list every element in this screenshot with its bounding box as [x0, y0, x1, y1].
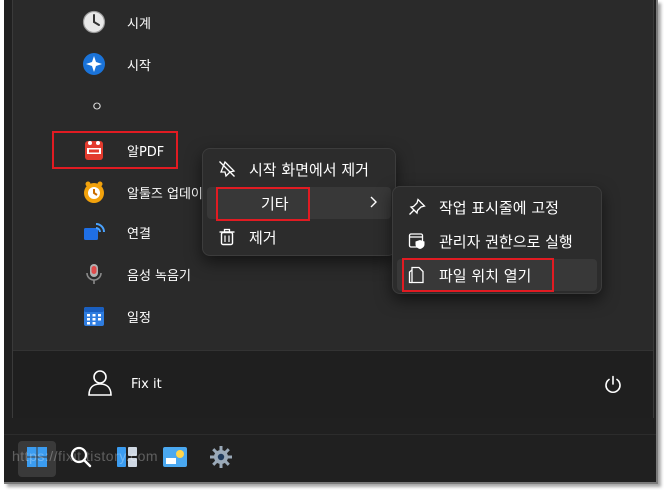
app-item-clock[interactable]: 시계 — [81, 5, 151, 39]
microphone-icon — [81, 261, 107, 287]
menu-label: 시작 화면에서 제거 — [249, 160, 369, 179]
clock-icon — [81, 9, 107, 35]
unpin-from-start-item[interactable]: 시작 화면에서 제거 — [207, 153, 391, 185]
calendar-icon — [81, 303, 107, 329]
app-context-menu: 시작 화면에서 제거 기타 제거 — [202, 148, 396, 256]
settings-button[interactable] — [206, 444, 236, 474]
menu-label: 파일 위치 열기 — [439, 266, 532, 285]
app-label: 알PDF — [127, 144, 165, 160]
file-location-icon — [407, 265, 427, 285]
widgets-button[interactable] — [160, 444, 190, 474]
watermark: https://fixit.tistory.com — [12, 448, 159, 464]
uninstall-item[interactable]: 제거 — [207, 221, 391, 253]
app-item-start[interactable]: 시작 — [81, 47, 151, 81]
app-item-connect[interactable]: 연결 — [81, 215, 151, 249]
trash-icon — [217, 227, 237, 247]
menu-label: 제거 — [249, 228, 277, 247]
alpdf-icon — [81, 137, 107, 163]
admin-shield-icon — [407, 231, 427, 251]
more-item[interactable]: 기타 — [207, 187, 391, 219]
app-label: 연결 — [127, 226, 151, 242]
app-item-altools-update[interactable]: 알툴즈 업데이트 — [81, 175, 215, 209]
connect-icon — [81, 219, 107, 245]
menu-label: 작업 표시줄에 고정 — [439, 198, 559, 217]
app-label: 시작 — [127, 58, 151, 74]
pin-icon — [407, 197, 427, 217]
app-label: 시계 — [127, 16, 151, 32]
run-as-admin-item[interactable]: 관리자 권한으로 실행 — [397, 225, 597, 257]
start-menu-footer: Fix it — [13, 350, 653, 418]
app-label: 일정 — [127, 310, 151, 326]
app-item-calendar[interactable]: 일정 — [81, 299, 151, 333]
user-account-button[interactable]: Fix it — [85, 367, 162, 401]
user-name: Fix it — [131, 376, 162, 392]
menu-label: 기타 — [261, 194, 289, 213]
chevron-right-icon — [369, 195, 379, 213]
power-button[interactable] — [603, 375, 623, 399]
app-item-voice-recorder[interactable]: 음성 녹음기 — [81, 257, 191, 291]
power-icon — [603, 375, 623, 399]
start-tips-icon — [81, 51, 107, 77]
app-item-alpdf[interactable]: 알PDF — [81, 133, 164, 167]
unpin-icon — [217, 159, 237, 179]
menu-label: 관리자 권한으로 실행 — [439, 232, 573, 251]
gear-icon — [209, 445, 233, 473]
more-submenu: 작업 표시줄에 고정 관리자 권한으로 실행 파일 위치 열기 — [392, 186, 602, 294]
user-avatar-icon — [85, 367, 115, 401]
app-label: 음성 녹음기 — [127, 268, 191, 284]
widgets-icon — [162, 446, 188, 472]
altools-update-icon — [81, 179, 107, 205]
pin-to-taskbar-item[interactable]: 작업 표시줄에 고정 — [397, 191, 597, 223]
letter-header[interactable]: ㅇ — [91, 96, 103, 115]
open-file-location-item[interactable]: 파일 위치 열기 — [397, 259, 597, 291]
screen-frame: 시계 시작 ㅇ 알PDF 알툴즈 업데이트 연결 음성 녹음기 일정 Fix i… — [4, 0, 658, 484]
